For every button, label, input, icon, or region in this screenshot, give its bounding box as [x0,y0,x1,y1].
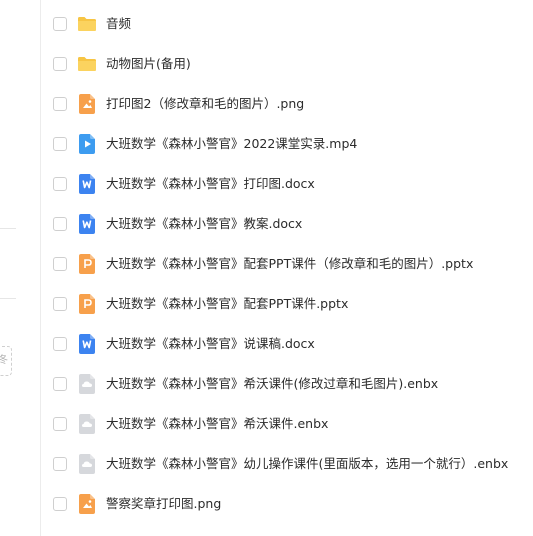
row-checkbox[interactable] [53,297,67,311]
word-icon [79,174,95,194]
word-icon [79,214,95,234]
row-checkbox[interactable] [53,377,67,391]
file-row[interactable]: 动物图片(备用) [41,45,533,85]
file-name[interactable]: 动物图片(备用) [106,56,191,72]
file-name[interactable]: 大班数学《森林小警官》说课稿.docx [106,336,315,352]
file-row[interactable]: 警察奖章打印图.png [41,485,533,525]
row-checkbox[interactable] [53,337,67,351]
ppt-icon [79,294,95,314]
image-icon [79,94,95,114]
file-name[interactable]: 大班数学《森林小警官》希沃课件.enbx [106,416,328,432]
file-name[interactable]: 大班数学《森林小警官》打印图.docx [106,176,315,192]
image-icon [79,494,95,514]
file-row[interactable]: 打印图2（修改章和毛的图片）.png [41,85,533,125]
word-icon [79,334,95,354]
file-name[interactable]: 大班数学《森林小警官》教案.docx [106,216,302,232]
row-checkbox[interactable] [53,177,67,191]
upload-drop-zone[interactable]: 冬 [0,346,12,376]
file-row[interactable]: 大班数学《森林小警官》配套PPT课件（修改章和毛的图片）.pptx [41,245,533,285]
file-name[interactable]: 大班数学《森林小警官》幼儿操作课件(里面版本，选用一个就行）.enbx [106,456,508,472]
file-row[interactable]: 大班数学《森林小警官》说课稿.docx [41,325,533,365]
row-checkbox[interactable] [53,57,67,71]
file-row[interactable]: 大班数学《森林小警官》配套PPT课件.pptx [41,285,533,325]
row-checkbox[interactable] [53,417,67,431]
row-checkbox[interactable] [53,457,67,471]
file-row[interactable]: 大班数学《森林小警官》2022课堂实录.mp4 [41,125,533,165]
file-row[interactable]: 音频 [41,5,533,45]
row-checkbox[interactable] [53,97,67,111]
row-checkbox[interactable] [53,257,67,271]
file-name[interactable]: 大班数学《森林小警官》希沃课件(修改过章和毛图片).enbx [106,376,438,392]
row-checkbox[interactable] [53,17,67,31]
file-row[interactable]: 大班数学《森林小警官》教案.docx [41,205,533,245]
left-divider [0,228,16,229]
file-list: 音频动物图片(备用) 打印图2（修改章和毛的图片）.png 大班数学《森林小警官》2… [41,5,533,525]
cloud-file-icon [79,454,95,474]
file-name[interactable]: 音频 [106,16,131,32]
folder-icon [77,54,97,74]
row-checkbox[interactable] [53,137,67,151]
file-name[interactable]: 大班数学《森林小警官》2022课堂实录.mp4 [106,136,357,152]
file-name[interactable]: 警察奖章打印图.png [106,496,221,512]
row-checkbox[interactable] [53,497,67,511]
file-row[interactable]: 大班数学《森林小警官》幼儿操作课件(里面版本，选用一个就行）.enbx [41,445,533,485]
file-name[interactable]: 大班数学《森林小警官》配套PPT课件（修改章和毛的图片）.pptx [106,256,473,272]
file-row[interactable]: 大班数学《森林小警官》打印图.docx [41,165,533,205]
folder-icon [77,14,97,34]
cloud-file-icon [79,414,95,434]
drop-zone-label: 冬 [0,355,8,366]
file-row[interactable]: 大班数学《森林小警官》希沃课件.enbx [41,405,533,445]
video-icon [79,134,95,154]
cloud-file-icon [79,374,95,394]
file-name[interactable]: 大班数学《森林小警官》配套PPT课件.pptx [106,296,348,312]
file-row[interactable]: 大班数学《森林小警官》希沃课件(修改过章和毛图片).enbx [41,365,533,405]
ppt-icon [79,254,95,274]
row-checkbox[interactable] [53,217,67,231]
left-panel: 冬 [0,0,41,536]
left-divider [0,298,16,299]
file-name[interactable]: 打印图2（修改章和毛的图片）.png [106,96,304,112]
